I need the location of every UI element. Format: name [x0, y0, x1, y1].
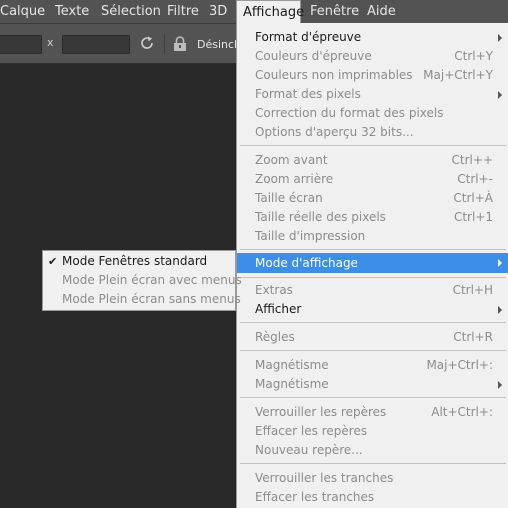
menu-filtre[interactable]: Filtre [167, 0, 199, 24]
submenu-arrow-icon [498, 306, 502, 314]
submenu-item-fenetres-standard[interactable]: ✔ Mode Fenêtres standard [43, 252, 235, 271]
menu-item-mode-affichage[interactable]: Mode d'affichage [237, 253, 508, 273]
menu-item-taille-ecran[interactable]: Taille écran Ctrl+À [237, 189, 508, 208]
menu-separator [240, 145, 506, 146]
menu-separator [240, 277, 506, 278]
affichage-menu: Format d'épreuve Couleurs d'épreuve Ctrl… [236, 23, 508, 508]
menu-3d[interactable]: 3D [209, 0, 227, 24]
menu-texte[interactable]: Texte [55, 0, 89, 24]
menu-item-effacer-reperes[interactable]: Effacer les repères [237, 422, 508, 441]
menu-item-taille-reelle[interactable]: Taille réelle des pixels Ctrl+1 [237, 208, 508, 227]
submenu-item-plein-ecran-avec-menus[interactable]: Mode Plein écran avec menus [43, 271, 242, 290]
submenu-arrow-icon [498, 34, 502, 42]
menu-item-magnetisme[interactable]: Magnétisme Maj+Ctrl+: [237, 356, 508, 375]
menu-item-format-pixels[interactable]: Format des pixels [237, 85, 508, 104]
lock-icon[interactable] [172, 36, 188, 55]
menu-separator [240, 350, 506, 351]
menu-separator [240, 322, 506, 323]
mode-affichage-submenu: ✔ Mode Fenêtres standard Mode Plein écra… [42, 250, 242, 311]
menu-aide[interactable]: Aide [367, 0, 396, 24]
menu-item-effacer-tranches[interactable]: Effacer les tranches [237, 488, 508, 507]
rotate-icon[interactable] [139, 35, 155, 54]
menu-item-couleurs-non-imprimables[interactable]: Couleurs non imprimables Maj+Ctrl+Y [237, 66, 508, 85]
checkmark-icon: ✔ [48, 255, 58, 268]
width-field[interactable] [0, 35, 42, 54]
height-field[interactable] [62, 35, 130, 54]
submenu-arrow-icon [498, 259, 502, 267]
menu-item-options-apercu[interactable]: Options d'aperçu 32 bits... [237, 123, 508, 142]
menu-separator [240, 397, 506, 398]
submenu-arrow-icon [498, 381, 502, 389]
submenu-item-plein-ecran-sans-menus[interactable]: Mode Plein écran sans menus [43, 290, 241, 309]
menu-item-nouveau-repere[interactable]: Nouveau repère... [237, 441, 508, 460]
menu-item-taille-impression[interactable]: Taille d'impression [237, 227, 508, 246]
options-divider [164, 34, 165, 54]
menu-item-format-epreuve[interactable]: Format d'épreuve [237, 28, 508, 47]
menu-item-extras[interactable]: Extras Ctrl+H [237, 281, 508, 300]
menu-separator [240, 463, 506, 464]
menu-item-magnetisme-sous-menu[interactable]: Magnétisme [237, 375, 508, 394]
menu-item-regles[interactable]: Règles Ctrl+R [237, 328, 508, 347]
menu-item-zoom-arriere[interactable]: Zoom arrière Ctrl+- [237, 170, 508, 189]
menu-calque[interactable]: Calque [0, 0, 45, 24]
submenu-arrow-icon [498, 91, 502, 99]
menu-bar: Calque Texte Sélection Filtre 3D Afficha… [0, 0, 508, 24]
menu-item-zoom-avant[interactable]: Zoom avant Ctrl++ [237, 151, 508, 170]
menu-selection[interactable]: Sélection [101, 0, 161, 24]
menu-item-verrouiller-reperes[interactable]: Verrouiller les repères Alt+Ctrl+: [237, 403, 508, 422]
menu-affichage[interactable]: Affichage [236, 0, 304, 24]
menu-item-verrouiller-tranches[interactable]: Verrouiller les tranches [237, 469, 508, 488]
menu-item-correction-format[interactable]: Correction du format des pixels [237, 104, 508, 123]
menu-separator [240, 249, 506, 250]
menu-item-couleurs-epreuve[interactable]: Couleurs d'épreuve Ctrl+Y [237, 47, 508, 66]
dimension-separator: x [47, 36, 54, 49]
menu-item-afficher[interactable]: Afficher [237, 300, 508, 319]
menu-fenetre[interactable]: Fenêtre [310, 0, 359, 24]
